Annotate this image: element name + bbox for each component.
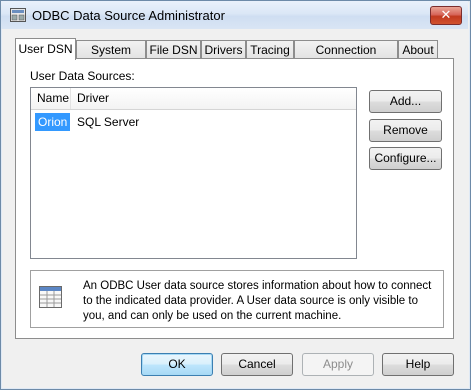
database-table-icon xyxy=(39,286,62,308)
help-button[interactable]: Help xyxy=(382,353,454,376)
configure-button[interactable]: Configure... xyxy=(369,147,442,170)
cancel-button[interactable]: Cancel xyxy=(221,353,293,376)
tab-about[interactable]: About xyxy=(398,40,438,58)
tab-label: File DSN xyxy=(149,43,198,57)
info-description: An ODBC User data source stores informat… xyxy=(83,280,432,322)
close-icon[interactable]: ✕ xyxy=(430,6,462,25)
tab-connection-pooling[interactable]: Connection Pooling xyxy=(294,40,398,75)
data-source-driver: SQL Server xyxy=(77,115,140,129)
info-box: An ODBC User data source stores informat… xyxy=(30,270,444,328)
column-header-driver[interactable]: Driver xyxy=(71,88,356,109)
list-header: Name Driver xyxy=(31,88,356,110)
ok-button[interactable]: OK xyxy=(141,353,213,376)
tab-system-dsn[interactable]: System DSN xyxy=(76,40,146,75)
tab-label: Drivers xyxy=(204,43,243,57)
apply-button[interactable]: Apply xyxy=(302,353,374,376)
data-sources-list[interactable]: Name Driver Orion SQL Server xyxy=(30,87,357,259)
list-item[interactable]: Orion SQL Server xyxy=(31,113,356,131)
tab-label: About xyxy=(402,43,434,57)
tab-file-dsn[interactable]: File DSN xyxy=(146,40,201,58)
add-button[interactable]: Add... xyxy=(369,90,442,113)
window-title: ODBC Data Source Administrator xyxy=(32,8,225,23)
remove-button[interactable]: Remove xyxy=(369,119,442,142)
tab-drivers[interactable]: Drivers xyxy=(201,40,246,58)
tab-user-dsn[interactable]: User DSN xyxy=(15,38,76,60)
data-source-name[interactable]: Orion xyxy=(35,113,71,131)
column-header-name[interactable]: Name xyxy=(31,88,71,109)
odbc-app-icon xyxy=(10,8,26,22)
tab-label: User DSN xyxy=(18,42,73,56)
user-data-sources-label: User Data Sources: xyxy=(30,69,135,83)
tab-tracing[interactable]: Tracing xyxy=(246,40,294,58)
tab-label: Tracing xyxy=(250,43,290,57)
title-bar[interactable]: ODBC Data Source Administrator xyxy=(1,1,468,29)
